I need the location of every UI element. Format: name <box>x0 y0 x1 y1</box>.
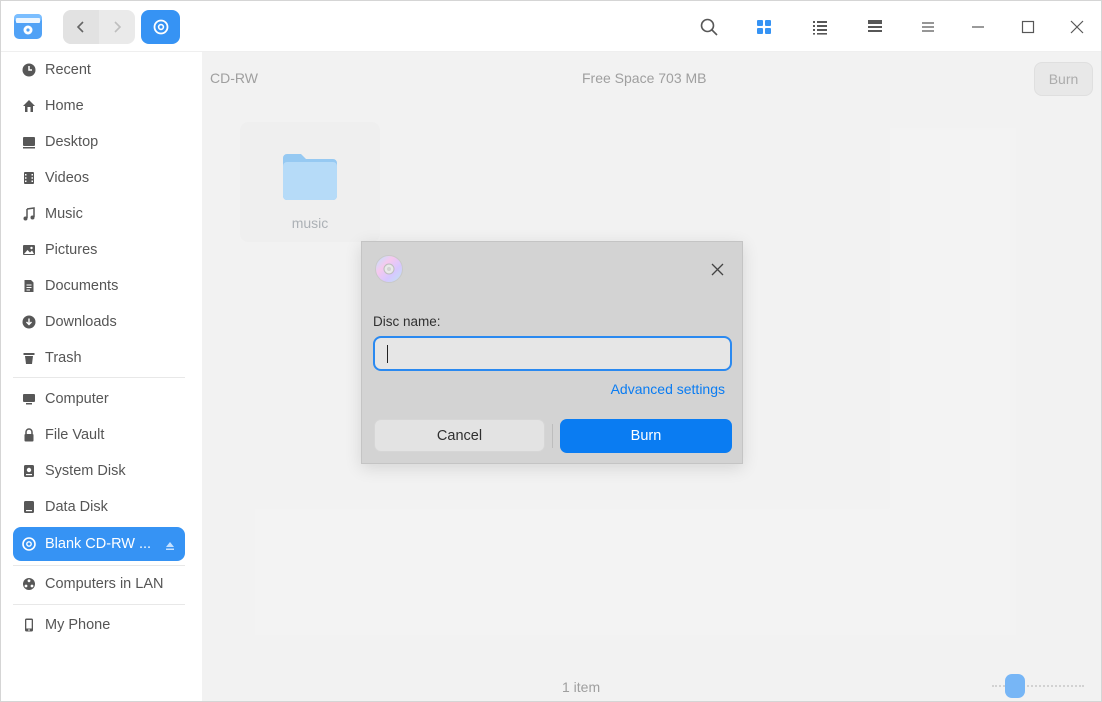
disc-name-label: Disc name: <box>373 314 441 329</box>
disc-icon <box>375 255 403 283</box>
disc-name-input[interactable] <box>373 336 732 371</box>
cancel-button[interactable]: Cancel <box>374 419 545 452</box>
dialog-burn-button[interactable]: Burn <box>560 419 732 453</box>
close-icon <box>711 263 723 275</box>
burn-disc-dialog: Disc name: Advanced settings Cancel Burn <box>361 241 743 464</box>
dialog-close-button[interactable] <box>708 260 726 278</box>
file-manager-window: Recent Home Desktop Videos Music Picture… <box>0 0 1102 702</box>
text-cursor <box>387 345 388 363</box>
button-divider <box>552 424 553 448</box>
advanced-settings-link[interactable]: Advanced settings <box>611 381 725 397</box>
